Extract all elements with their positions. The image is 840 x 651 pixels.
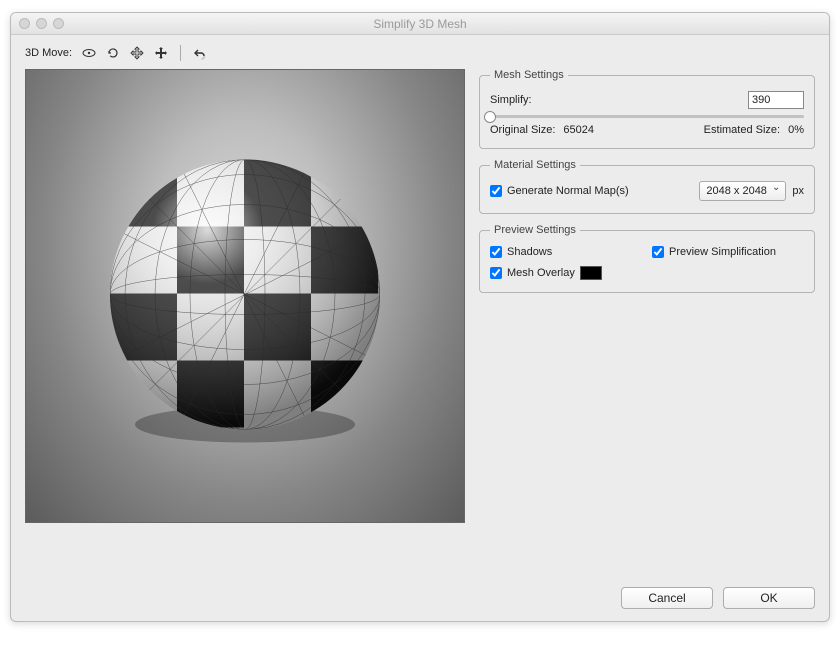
shadows-label: Shadows [507, 246, 552, 258]
material-settings-legend: Material Settings [490, 159, 580, 171]
zoom-icon[interactable] [53, 18, 64, 29]
preview-viewport[interactable] [25, 69, 465, 523]
estimated-size-label: Estimated Size: [704, 124, 780, 136]
mesh-settings-group: Mesh Settings Simplify: Original Size: [479, 69, 815, 149]
window-title: Simplify 3D Mesh [11, 17, 829, 31]
shadows-checkbox-row: Shadows [490, 246, 642, 258]
orbit-icon[interactable] [80, 45, 98, 61]
px-label: px [792, 185, 804, 197]
preview-simplification-checkbox-row: Preview Simplification [652, 246, 804, 258]
generate-normal-checkbox[interactable] [490, 185, 502, 197]
dialog-buttons: Cancel OK [479, 575, 815, 609]
preview-settings-group: Preview Settings Shadows Preview Simplif… [479, 224, 815, 293]
move-icon[interactable] [152, 45, 170, 61]
close-icon[interactable] [19, 18, 30, 29]
dialog-window: Simplify 3D Mesh 3D Move: [10, 12, 830, 622]
simplify-input[interactable] [748, 91, 804, 109]
toolbar-3d-move: 3D Move: [25, 45, 815, 61]
cancel-button[interactable]: Cancel [621, 587, 713, 609]
mesh-overlay-checkbox[interactable] [490, 267, 502, 279]
preview-settings-legend: Preview Settings [490, 224, 580, 236]
pan-icon[interactable] [128, 45, 146, 61]
generate-normal-label: Generate Normal Map(s) [507, 185, 629, 197]
window-controls [19, 18, 64, 29]
slider-thumb-icon[interactable] [484, 111, 496, 123]
content-area: 3D Move: [11, 35, 829, 621]
estimated-size-value: 0% [788, 124, 804, 136]
toolbar-label: 3D Move: [25, 47, 72, 59]
ok-button[interactable]: OK [723, 587, 815, 609]
titlebar: Simplify 3D Mesh [11, 13, 829, 35]
material-settings-group: Material Settings Generate Normal Map(s)… [479, 159, 815, 214]
minimize-icon[interactable] [36, 18, 47, 29]
original-size-value: 65024 [563, 124, 594, 136]
shadows-checkbox[interactable] [490, 246, 502, 258]
main-row: Mesh Settings Simplify: Original Size: [25, 69, 815, 609]
undo-icon[interactable] [191, 45, 209, 61]
normal-map-resolution-select[interactable]: 2048 x 2048 [699, 181, 786, 201]
generate-normal-checkbox-row: Generate Normal Map(s) [490, 185, 629, 197]
preview-simplification-label: Preview Simplification [669, 246, 776, 258]
preview-simplification-checkbox[interactable] [652, 246, 664, 258]
preview-sphere [95, 135, 395, 458]
rotate-icon[interactable] [104, 45, 122, 61]
mesh-overlay-label: Mesh Overlay [507, 267, 575, 279]
mesh-overlay-color-swatch[interactable] [580, 266, 602, 280]
original-size-label: Original Size: [490, 124, 555, 136]
side-panel: Mesh Settings Simplify: Original Size: [479, 69, 815, 609]
mesh-settings-legend: Mesh Settings [490, 69, 568, 81]
simplify-label: Simplify: [490, 94, 532, 106]
mesh-overlay-checkbox-row: Mesh Overlay [490, 266, 642, 280]
toolbar-separator [180, 45, 181, 61]
simplify-slider[interactable] [490, 115, 804, 118]
